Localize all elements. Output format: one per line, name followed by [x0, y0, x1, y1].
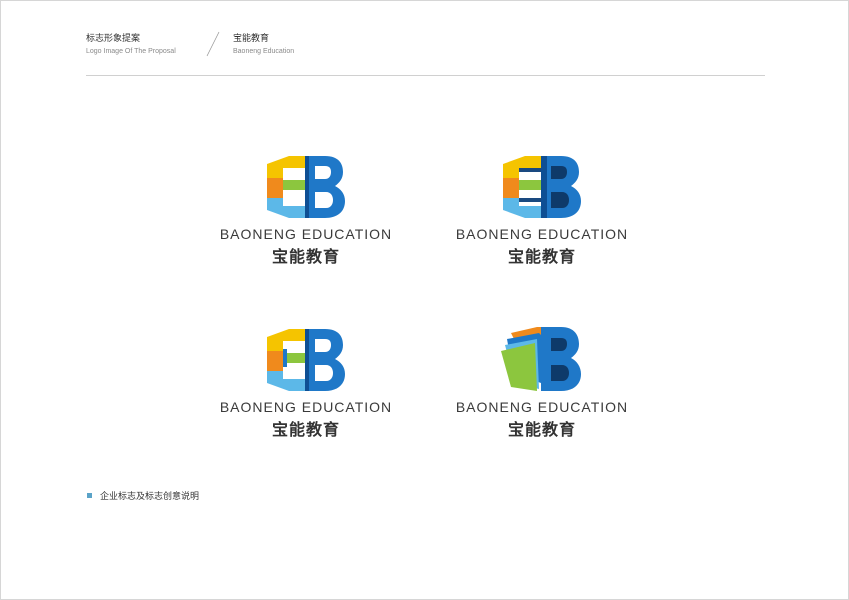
book-b-logo-mark-icon: [501, 327, 581, 391]
eb-logo-mark-3d-icon: [503, 156, 581, 218]
header-brand: 宝能教育 Baoneng Education: [233, 34, 294, 57]
logo-wordmark-cn: 宝能教育: [507, 420, 576, 439]
logo-wordmark-cn: 宝能教育: [271, 247, 340, 266]
logo-wordmark-en: BAONENG EDUCATION: [219, 226, 393, 242]
logo-wordmark-cn: 宝能教育: [507, 247, 576, 266]
logo-variant-4: BAONENG EDUCATION 宝能教育: [442, 327, 642, 439]
logo-variant-3: BAONENG EDUCATION 宝能教育: [206, 327, 406, 439]
logo-wordmark-cn: 宝能教育: [271, 420, 340, 439]
eb-logo-mark-outline-icon: [267, 329, 345, 391]
header-divider-slash: [206, 31, 220, 57]
square-bullet-icon: [87, 493, 92, 498]
logo-variant-1: BAONENG EDUCATION 宝能教育: [206, 154, 406, 266]
header-section-title: 标志形象提案 Logo Image Of The Proposal: [86, 34, 176, 57]
caption-text: 企业标志及标志创意说明: [100, 492, 200, 502]
header-brand-en: Baoneng Education: [233, 48, 295, 55]
header-rule: [86, 75, 765, 76]
eb-logo-mark-icon: [267, 156, 345, 218]
logo-variant-2: BAONENG EDUCATION 宝能教育: [442, 154, 642, 266]
header-title-cn: 标志形象提案: [86, 34, 141, 44]
header-title-en: Logo Image Of The Proposal: [86, 48, 176, 55]
logo-wordmark-en: BAONENG EDUCATION: [455, 226, 629, 242]
logo-wordmark-en: BAONENG EDUCATION: [455, 399, 629, 415]
header-brand-cn: 宝能教育: [233, 34, 270, 44]
section-caption: 企业标志及标志创意说明: [87, 489, 199, 502]
proposal-page: 标志形象提案 Logo Image Of The Proposal 宝能教育 B…: [0, 0, 849, 600]
logo-wordmark-en: BAONENG EDUCATION: [219, 399, 393, 415]
